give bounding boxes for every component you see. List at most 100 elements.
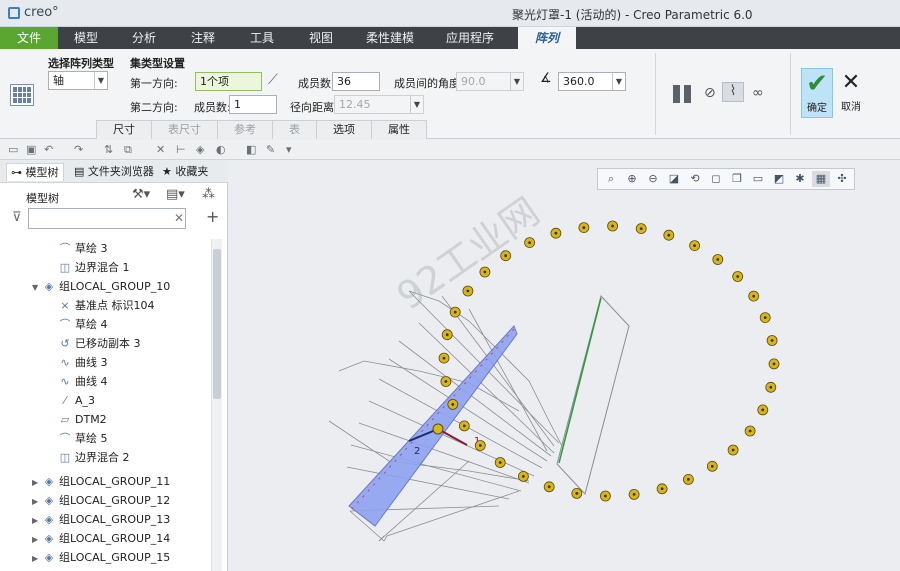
zoom-out-icon[interactable]: ⊖ (644, 171, 662, 187)
tree-item[interactable]: ▶ ◈ 组LOCAL_GROUP_11 (32, 472, 170, 491)
tree-item-label: 边界混合 2 (75, 451, 130, 464)
pattern-leader-marker[interactable] (432, 423, 444, 435)
tab-tools[interactable]: 工具 (232, 27, 292, 49)
display-style-icon[interactable]: ◧ (246, 143, 256, 156)
subtab-table-dimensions[interactable]: 表尺寸 (151, 120, 218, 139)
perspective-icon[interactable]: ◩ (770, 171, 788, 187)
redo-icon[interactable]: ↷ (74, 143, 83, 156)
subtab-properties[interactable]: 属性 (371, 120, 427, 139)
refit-icon[interactable]: ⌕ (602, 171, 620, 187)
expand-icon[interactable]: ▶ (32, 549, 42, 568)
measure-icon[interactable]: ⊢ (176, 143, 186, 156)
tree-item[interactable]: ▼ ◈ 组LOCAL_GROUP_10 (32, 277, 170, 296)
tab-flexible-modeling[interactable]: 柔性建模 (350, 27, 430, 49)
tree-item[interactable]: ▶ ◈ 组LOCAL_GROUP_13 (32, 510, 170, 529)
spin-icon[interactable]: ⟲ (686, 171, 704, 187)
graphics-window[interactable]: 2 1 92工业网 ⌕ ⊕ ⊖ ◪ ⟲ ◻ ❐ ▭ ◩ ✱ ▦ ✣ (229, 161, 900, 571)
saved-views-icon[interactable]: ❐ (728, 171, 746, 187)
tree-item[interactable]: ▱ DTM2 (58, 410, 107, 429)
tree-settings-icon[interactable]: ⚒▾ (132, 187, 150, 202)
first-direction-collector[interactable]: 1个项 (195, 72, 262, 91)
no-preview-icon[interactable]: ⊘ (704, 85, 716, 101)
tab-favorites[interactable]: ★ 收藏夹 (162, 163, 208, 181)
tree-filter-options-icon[interactable]: ⁂ (202, 187, 215, 202)
tree-item[interactable]: ▶ ◈ 组LOCAL_GROUP_15 (32, 548, 170, 567)
tree-item[interactable]: ◫ 边界混合 2 (58, 448, 130, 467)
window-title: 聚光灯罩-1 (活动的) - Creo Parametric 6.0 (512, 8, 753, 22)
tree-search-input[interactable] (28, 208, 186, 229)
tab-annotate[interactable]: 注释 (174, 27, 232, 49)
tab-pattern[interactable]: 阵列 (518, 27, 576, 49)
glasses-preview-icon[interactable]: ∞ (752, 85, 764, 101)
model-view[interactable]: 2 1 92工业网 (229, 161, 900, 571)
tree-item[interactable]: ⌒ 草绘 5 (58, 429, 108, 448)
datum-display-icon[interactable]: ✱ (791, 171, 809, 187)
spin-center-icon[interactable]: ✣ (833, 171, 851, 187)
tab-file[interactable]: 文件 (0, 27, 58, 49)
preview-geometry-icon[interactable]: ⌇ (722, 82, 744, 102)
display-style-icon[interactable]: ◻ (707, 171, 725, 187)
pattern-instance-dot (504, 254, 508, 258)
collapse-icon[interactable]: ▼ (32, 278, 42, 297)
cancel-button[interactable]: ✕ 取消 (836, 68, 866, 118)
customize-toolbar-icon[interactable]: ▾ (286, 143, 292, 156)
close-window-icon[interactable]: ✕ (156, 143, 165, 156)
tree-item[interactable]: ▶ ◈ 组LOCAL_GROUP_14 (32, 529, 170, 548)
tree-item[interactable]: ⌒ 草绘 4 (58, 315, 108, 334)
radial-distance-select[interactable]: 12.45 ▼ (334, 95, 424, 114)
pause-icon[interactable] (673, 85, 691, 103)
members2-input[interactable]: 1 (229, 95, 277, 114)
tree-item[interactable]: ∿ 曲线 3 (58, 353, 107, 372)
repaint-icon[interactable]: ◪ (665, 171, 683, 187)
tab-folder-browser[interactable]: ▤ 文件夹浏览器 (74, 163, 154, 181)
windows-icon[interactable]: ⧉ (124, 143, 132, 157)
tab-view[interactable]: 视图 (292, 27, 350, 49)
tab-applications[interactable]: 应用程序 (430, 27, 510, 49)
expand-icon[interactable]: ▶ (32, 530, 42, 549)
tree-item[interactable]: ⁄ A_3 (58, 391, 95, 410)
total-angle-select[interactable]: 360.0 ▼ (558, 72, 626, 91)
filter-icon[interactable]: ⊽ (12, 210, 22, 225)
scrollbar-thumb[interactable] (213, 249, 221, 399)
tree-item[interactable]: ↺ 已移动副本 3 (58, 334, 140, 353)
subtab-dimensions[interactable]: 尺寸 (96, 120, 152, 139)
members-input[interactable]: 36 (332, 72, 380, 91)
datum-plane[interactable] (556, 294, 630, 496)
tree-item[interactable]: ◫ 边界混合 1 (58, 258, 130, 277)
total-angle-value: 360.0 (563, 75, 595, 88)
appearance-icon[interactable]: ◐ (216, 143, 226, 156)
subtab-table[interactable]: 表 (272, 120, 317, 139)
expand-icon[interactable]: ▶ (32, 473, 42, 492)
annotation-icon[interactable]: ✎ (266, 143, 275, 156)
save-icon[interactable]: ▣ (26, 143, 36, 156)
tree-item[interactable]: ∿ 曲线 4 (58, 372, 107, 391)
clear-search-icon[interactable]: ✕ (174, 211, 184, 225)
tab-model[interactable]: 模型 (58, 27, 114, 49)
ok-button[interactable]: ✔ 确定 (801, 68, 833, 118)
subtab-options[interactable]: 选项 (316, 120, 372, 139)
angle-between-select[interactable]: 90.0 ▼ (456, 72, 524, 91)
regenerate-icon[interactable]: ⇅ (104, 143, 113, 156)
tree-item[interactable]: × 基准点 标识104 (58, 296, 154, 315)
tree-item[interactable]: ▶ ◈ 组LOCAL_GROUP_12 (32, 491, 170, 510)
creo-logo: creo° (8, 5, 59, 20)
subtab-references[interactable]: 参考 (217, 120, 273, 139)
pattern-instance-dot (752, 294, 756, 298)
new-file-icon[interactable]: ▭ (8, 143, 18, 156)
annotation-display-icon[interactable]: ▦ (812, 171, 830, 187)
tree-item[interactable]: ⌒ 草绘 3 (58, 239, 108, 258)
tree-columns-icon[interactable]: ▤▾ (166, 187, 185, 202)
tree-scrollbar[interactable] (211, 239, 222, 571)
pattern-type-select[interactable]: 轴 ▼ (48, 71, 108, 90)
tab-analysis[interactable]: 分析 (114, 27, 174, 49)
expand-icon[interactable]: ▶ (32, 511, 42, 530)
add-icon[interactable]: + (206, 207, 219, 226)
expand-icon[interactable]: ▶ (32, 492, 42, 511)
tab-model-tree[interactable]: ⊶ 模型树 (6, 163, 64, 181)
flip-direction-icon[interactable]: ⟋ (268, 72, 278, 88)
pattern-instance-dot (639, 227, 643, 230)
view-manager-icon[interactable]: ▭ (749, 171, 767, 187)
zoom-in-icon[interactable]: ⊕ (623, 171, 641, 187)
shape-icon[interactable]: ◈ (196, 143, 204, 156)
undo-icon[interactable]: ↶ (44, 143, 53, 156)
